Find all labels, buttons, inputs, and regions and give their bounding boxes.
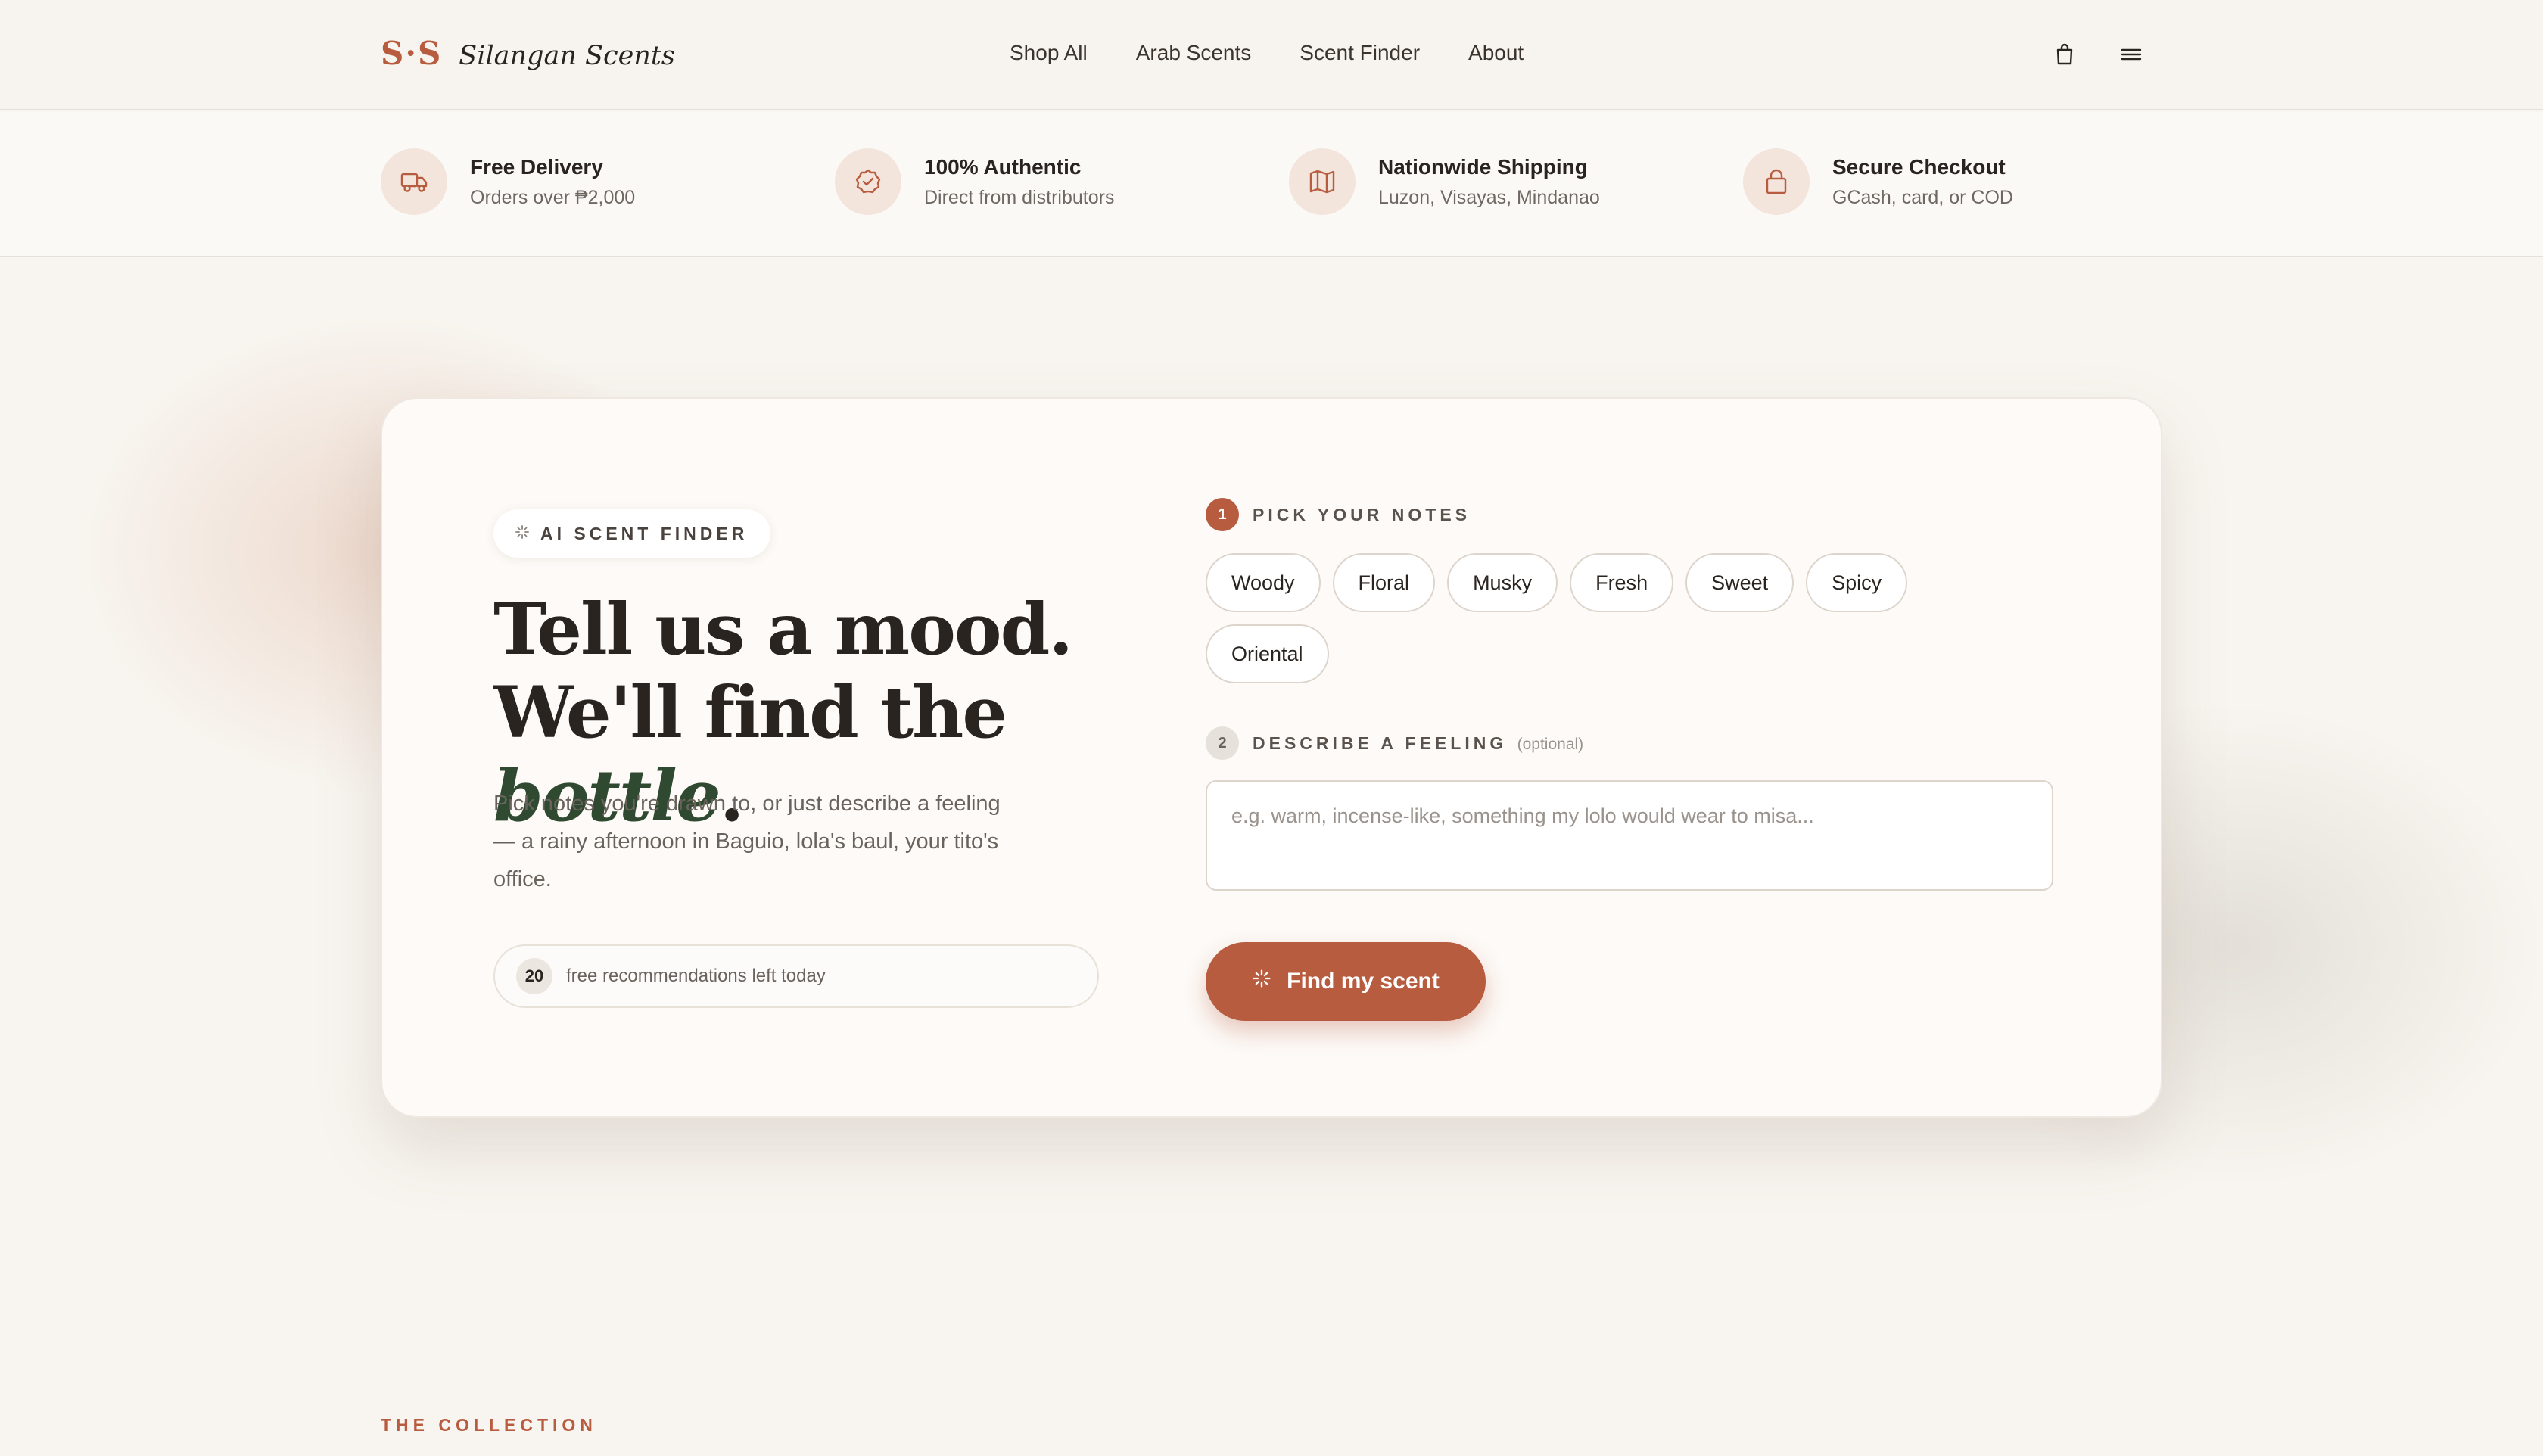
- feature-authentic: 100% Authentic Direct from distributors: [835, 148, 1114, 215]
- feature-title: 100% Authentic: [924, 154, 1082, 179]
- brand-mark: S·S: [381, 35, 443, 72]
- headline-line-1: Tell us a mood.: [493, 588, 1073, 671]
- truck-icon: [381, 148, 447, 215]
- bag-icon[interactable]: [2053, 42, 2077, 67]
- main-nav: Shop All Arab Scents Scent Finder About: [1010, 41, 1524, 65]
- quota-text: free recommendations left today: [566, 966, 826, 986]
- note-chip-woody[interactable]: Woody: [1206, 553, 1321, 612]
- site-header: S·S Silangan Scents Shop All Arab Scents…: [0, 0, 2543, 110]
- feature-subtitle: Luzon, Visayas, Mindanao: [1378, 186, 1600, 208]
- verified-badge-icon: [835, 148, 901, 215]
- nav-about[interactable]: About: [1468, 41, 1524, 65]
- note-chip-sweet[interactable]: Sweet: [1685, 553, 1794, 612]
- brand-logo[interactable]: S·S Silangan Scents: [381, 35, 675, 72]
- feature-shipping: Nationwide Shipping Luzon, Visayas, Mind…: [1289, 148, 1600, 215]
- scent-finder-card: AI SCENT FINDER Tell us a mood. We'll fi…: [381, 397, 2162, 1118]
- step-label: DESCRIBE A FEELING (optional): [1253, 733, 1583, 754]
- step-number: 1: [1206, 498, 1239, 531]
- brand-name: Silangan Scents: [459, 41, 675, 71]
- recommendation-quota: 20 free recommendations left today: [493, 944, 1099, 1008]
- sparkle-icon: [1252, 969, 1272, 994]
- feature-subtitle: Direct from distributors: [924, 186, 1115, 208]
- trust-strip: Free Delivery Orders over ₱2,000 100% Au…: [0, 112, 2543, 257]
- feeling-input[interactable]: e.g. warm, incense-like, something my lo…: [1206, 780, 2053, 891]
- find-my-scent-button[interactable]: Find my scent: [1206, 942, 1486, 1021]
- step-label-text: DESCRIBE A FEELING: [1253, 733, 1508, 753]
- lock-icon: [1743, 148, 1810, 215]
- headline-line-2: We'll find the: [493, 671, 1007, 754]
- step-label: PICK YOUR NOTES: [1253, 504, 1471, 524]
- feature-subtitle: GCash, card, or COD: [1832, 186, 2013, 208]
- feature-subtitle: Orders over ₱2,000: [470, 186, 636, 208]
- map-icon: [1289, 148, 1356, 215]
- nav-arab-scents[interactable]: Arab Scents: [1136, 41, 1252, 65]
- feature-secure-checkout: Secure Checkout GCash, card, or COD: [1743, 148, 2013, 215]
- note-chip-floral[interactable]: Floral: [1332, 553, 1436, 612]
- note-chip-fresh[interactable]: Fresh: [1570, 553, 1674, 612]
- collection-section-label: THE COLLECTION: [381, 1415, 597, 1435]
- feature-free-delivery: Free Delivery Orders over ₱2,000: [381, 148, 635, 215]
- step-describe-feeling: 2 DESCRIBE A FEELING (optional): [1206, 726, 1583, 760]
- feature-title: Nationwide Shipping: [1378, 154, 1588, 179]
- feature-title: Free Delivery: [470, 154, 603, 179]
- sparkle-icon: [515, 524, 530, 543]
- note-chips: Woody Floral Musky Fresh Sweet Spicy Ori…: [1206, 553, 1978, 683]
- nav-scent-finder[interactable]: Scent Finder: [1300, 41, 1420, 65]
- quota-count: 20: [516, 958, 552, 994]
- nav-shop-all[interactable]: Shop All: [1010, 41, 1088, 65]
- note-chip-spicy[interactable]: Spicy: [1806, 553, 1908, 612]
- cta-label: Find my scent: [1287, 969, 1440, 994]
- ai-finder-badge: AI SCENT FINDER: [493, 509, 771, 558]
- badge-label: AI SCENT FINDER: [540, 523, 749, 543]
- finder-description: Pick notes you're drawn to, or just desc…: [493, 792, 1001, 891]
- menu-icon[interactable]: [2119, 42, 2143, 67]
- note-chip-musky[interactable]: Musky: [1447, 553, 1558, 612]
- step-pick-notes: 1 PICK YOUR NOTES: [1206, 498, 1471, 531]
- step-number: 2: [1206, 726, 1239, 760]
- feature-title: Secure Checkout: [1832, 154, 2006, 179]
- step-optional-hint: (optional): [1517, 735, 1584, 753]
- note-chip-oriental[interactable]: Oriental: [1206, 624, 1329, 683]
